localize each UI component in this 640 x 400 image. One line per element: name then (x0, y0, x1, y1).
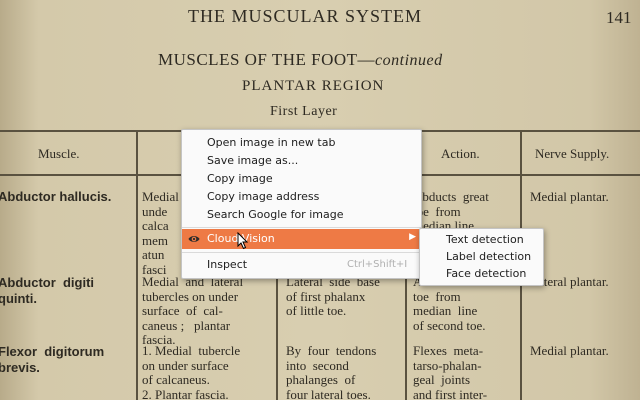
menu-item-cloud-vision[interactable]: Cloud Vision ▶ (182, 229, 421, 249)
menu-item-save-image-as[interactable]: Save image as... (182, 152, 421, 170)
eye-icon (188, 236, 200, 242)
menu-item-label: Copy image (207, 172, 273, 185)
action-text: Flexes meta- tarso-phalan- geal joints a… (413, 343, 488, 400)
chapter-title: THE MUSCULAR SYSTEM (188, 6, 423, 26)
menu-item-label: Search Google for image (207, 208, 344, 221)
section-title-italic: continued (375, 52, 443, 69)
menu-item-copy-image[interactable]: Copy image (182, 170, 421, 188)
menu-item-copy-image-address[interactable]: Copy image address (182, 188, 421, 206)
cloud-vision-submenu: Text detection Label detection Face dete… (419, 228, 544, 286)
layer-title: First Layer (270, 104, 338, 119)
submenu-item-label-detection[interactable]: Label detection (420, 248, 543, 266)
nerve-text: Medial plantar. (530, 189, 609, 204)
page-number: 141 (606, 8, 632, 27)
muscle-name: Abductor hallucis. (0, 189, 112, 204)
menu-item-inspect[interactable]: Inspect Ctrl+Shift+I (182, 256, 421, 274)
menu-item-label: Save image as... (207, 154, 299, 167)
menu-item-shortcut: Ctrl+Shift+I (347, 259, 408, 270)
muscle-name: Abductor digiti quinti. (0, 275, 95, 306)
nerve-text: Medial plantar. (530, 343, 609, 358)
section-title-text: MUSCLES OF THE FOOT— (158, 50, 376, 69)
region-title: PLANTAR REGION (242, 78, 385, 94)
submenu-item-text-detection[interactable]: Text detection (420, 231, 543, 249)
menu-separator (182, 252, 421, 253)
column-header-muscle: Muscle. (38, 146, 80, 161)
submenu-item-face-detection[interactable]: Face detection (420, 265, 543, 283)
insertion-text: Lateral side base of first phalanx of li… (286, 274, 380, 318)
action-text: Abducts great toe from median line (413, 189, 489, 233)
column-divider (136, 130, 138, 400)
section-title: MUSCLES OF THE FOOT—continued (158, 50, 443, 70)
menu-item-label: Copy image address (207, 190, 320, 203)
menu-separator (182, 227, 421, 228)
context-menu: Open image in new tab Save image as... C… (181, 129, 422, 279)
submenu-item-label: Face detection (446, 267, 527, 280)
submenu-item-label: Text detection (446, 233, 524, 246)
origin-text: 1. Medial tubercle on under surface of c… (142, 343, 241, 400)
menu-item-label: Open image in new tab (207, 136, 336, 149)
menu-item-search-google-for-image[interactable]: Search Google for image (182, 206, 421, 224)
column-header-action: Action. (441, 146, 480, 161)
menu-item-open-image-new-tab[interactable]: Open image in new tab (182, 134, 421, 152)
origin-text: Medial and lateral tubercles on under su… (142, 274, 244, 347)
insertion-text: By four tendons into second phalanges of… (286, 343, 377, 400)
muscle-name: Flexor digitorum brevis. (0, 344, 105, 375)
column-header-nerve: Nerve Supply. (535, 146, 610, 161)
menu-item-label: Inspect (207, 258, 248, 271)
origin-text: Medial unde calca mem atun fasci (142, 189, 179, 277)
submenu-arrow-icon: ▶ (409, 232, 416, 242)
submenu-item-label: Label detection (446, 250, 532, 263)
mouse-cursor-icon (237, 232, 249, 250)
